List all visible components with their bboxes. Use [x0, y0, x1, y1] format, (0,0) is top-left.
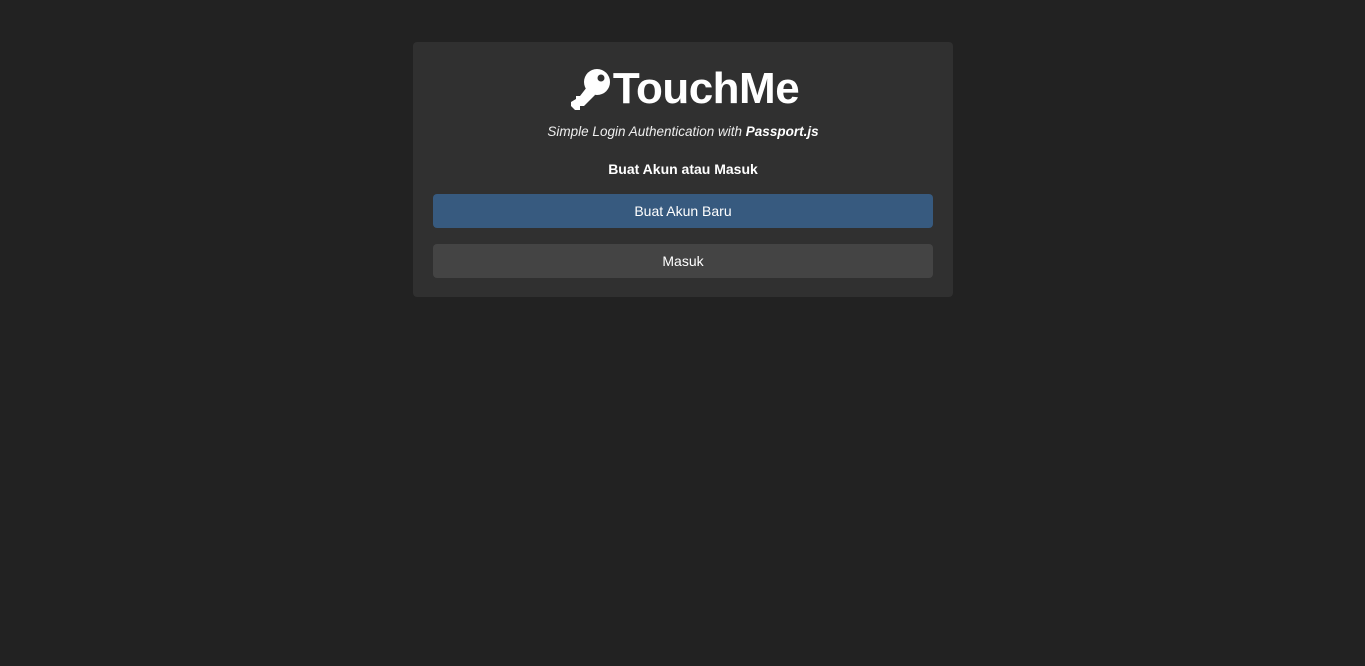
auth-prompt: Buat Akun atau Masuk	[608, 161, 758, 177]
auth-card: TouchMe Simple Login Authentication with…	[413, 42, 953, 297]
key-icon	[567, 65, 615, 113]
app-title: TouchMe	[612, 64, 800, 113]
create-account-button[interactable]: Buat Akun Baru	[433, 194, 933, 228]
tagline-text: Simple Login Authentication with	[547, 124, 746, 139]
tagline-emphasis: Passport.js	[745, 124, 819, 139]
login-button[interactable]: Masuk	[433, 244, 933, 278]
tagline: Simple Login Authentication with Passpor…	[413, 124, 953, 139]
brand: TouchMe	[413, 62, 953, 116]
